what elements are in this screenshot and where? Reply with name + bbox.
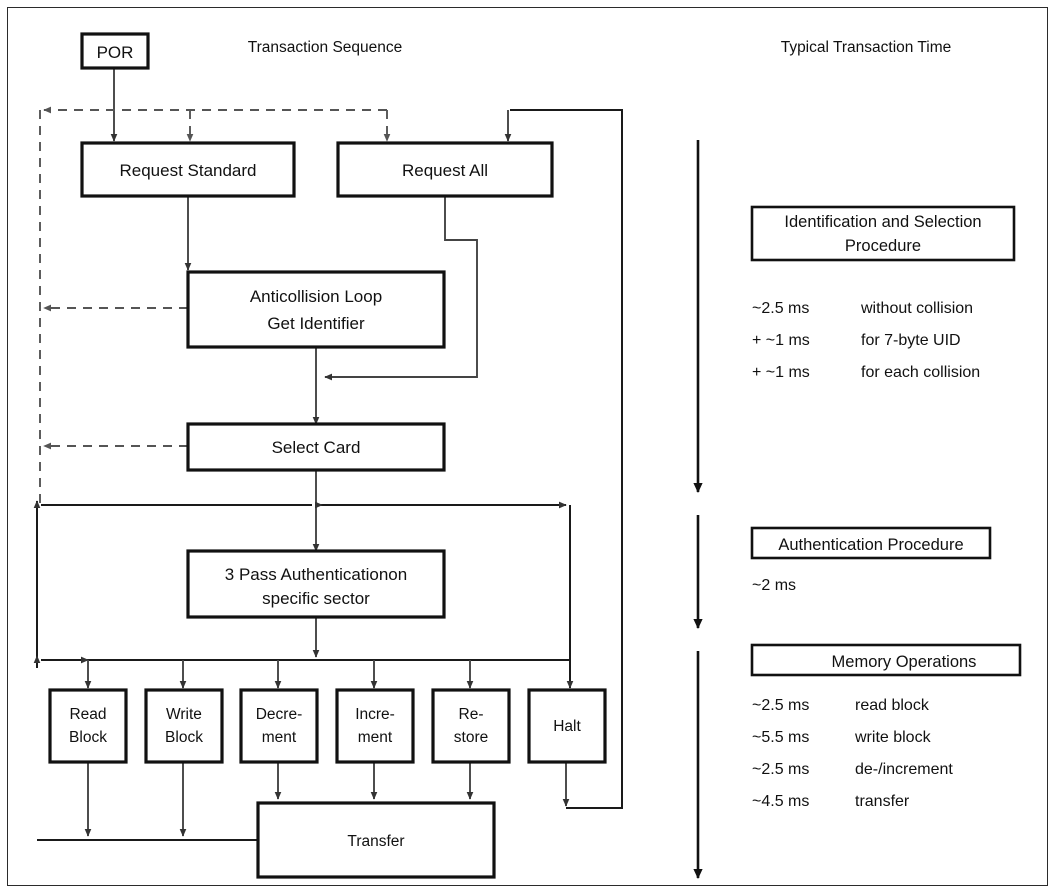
node-select-card[interactable]: Select Card [186,422,446,472]
panel-identification: Identification and Selection Procedure ~… [750,205,1016,381]
panel-memory-title: Memory Operations [832,653,977,671]
node-halt-label: Halt [553,718,581,735]
node-decrement[interactable]: Decre- ment [239,688,319,764]
node-write-block-label-line1: Write [166,706,202,723]
node-anticollision-loop[interactable]: Anticollision Loop Get Identifier [186,270,446,349]
panel-authentication-title: Authentication Procedure [778,536,963,554]
node-select-card-label: Select Card [272,438,361,457]
node-por[interactable]: POR [80,32,150,70]
node-restore-label-line1: Re- [459,706,484,723]
header-transaction-sequence: Transaction Sequence [248,39,403,56]
memory-row-3-value: ~4.5 ms [752,793,809,810]
node-anticollision-label-line1: Anticollision Loop [250,287,382,306]
node-request-standard-label: Request Standard [119,161,256,180]
identification-row-0-desc: without collision [860,300,973,317]
node-restore-label-line2: store [454,729,488,746]
node-increment-label-line2: ment [358,729,393,746]
identification-row-1-value: + ~1 ms [752,332,810,349]
memory-row-2-value: ~2.5 ms [752,761,809,778]
node-decrement-label-line2: ment [262,729,297,746]
node-increment[interactable]: Incre- ment [335,688,415,764]
node-authentication[interactable]: 3 Pass Authenticationon specific sector [186,549,446,619]
node-restore[interactable]: Re- store [431,688,511,764]
node-read-block[interactable]: Read Block [48,688,128,764]
panel-authentication: Authentication Procedure ~2 ms [750,526,992,594]
node-authentication-label-line2: specific sector [262,589,370,608]
header-transaction-time: Typical Transaction Time [781,39,952,56]
authentication-row-0-value: ~2 ms [752,577,796,594]
diagram-canvas: Transaction Sequence Typical Transaction… [0,0,1057,895]
memory-row-1-value: ~5.5 ms [752,729,809,746]
memory-row-3-desc: transfer [855,793,910,810]
node-halt[interactable]: Halt [527,688,607,764]
memory-row-0-value: ~2.5 ms [752,697,809,714]
identification-row-2-value: + ~1 ms [752,364,810,381]
node-increment-label-line1: Incre- [355,706,395,723]
node-request-standard[interactable]: Request Standard [80,141,296,198]
node-transfer[interactable]: Transfer [256,801,496,879]
node-request-all-label: Request All [402,161,488,180]
node-authentication-label-line1: 3 Pass Authenticationon [225,565,407,584]
panel-identification-title-line1: Identification and Selection [784,213,981,231]
memory-row-1-desc: write block [854,729,932,746]
identification-row-0-value: ~2.5 ms [752,300,809,317]
panel-identification-title-line2: Procedure [845,237,921,255]
node-decrement-label-line1: Decre- [256,706,303,723]
node-transfer-label: Transfer [347,833,404,850]
node-anticollision-label-line2: Get Identifier [267,314,365,333]
identification-row-1-desc: for 7-byte UID [861,332,961,349]
node-read-block-label-line2: Block [69,729,107,746]
node-por-label: POR [97,43,134,62]
node-request-all[interactable]: Request All [336,141,554,198]
node-write-block-label-line2: Block [165,729,203,746]
memory-row-0-desc: read block [855,697,930,714]
identification-row-2-desc: for each collision [861,364,980,381]
flowchart-svg: Transaction Sequence Typical Transaction… [33,32,1022,879]
node-read-block-label-line1: Read [69,706,106,723]
node-write-block[interactable]: Write Block [144,688,224,764]
memory-row-2-desc: de-/increment [855,761,953,778]
panel-memory-operations: Memory Operations ~2.5 ms read block ~5.… [750,643,1022,810]
